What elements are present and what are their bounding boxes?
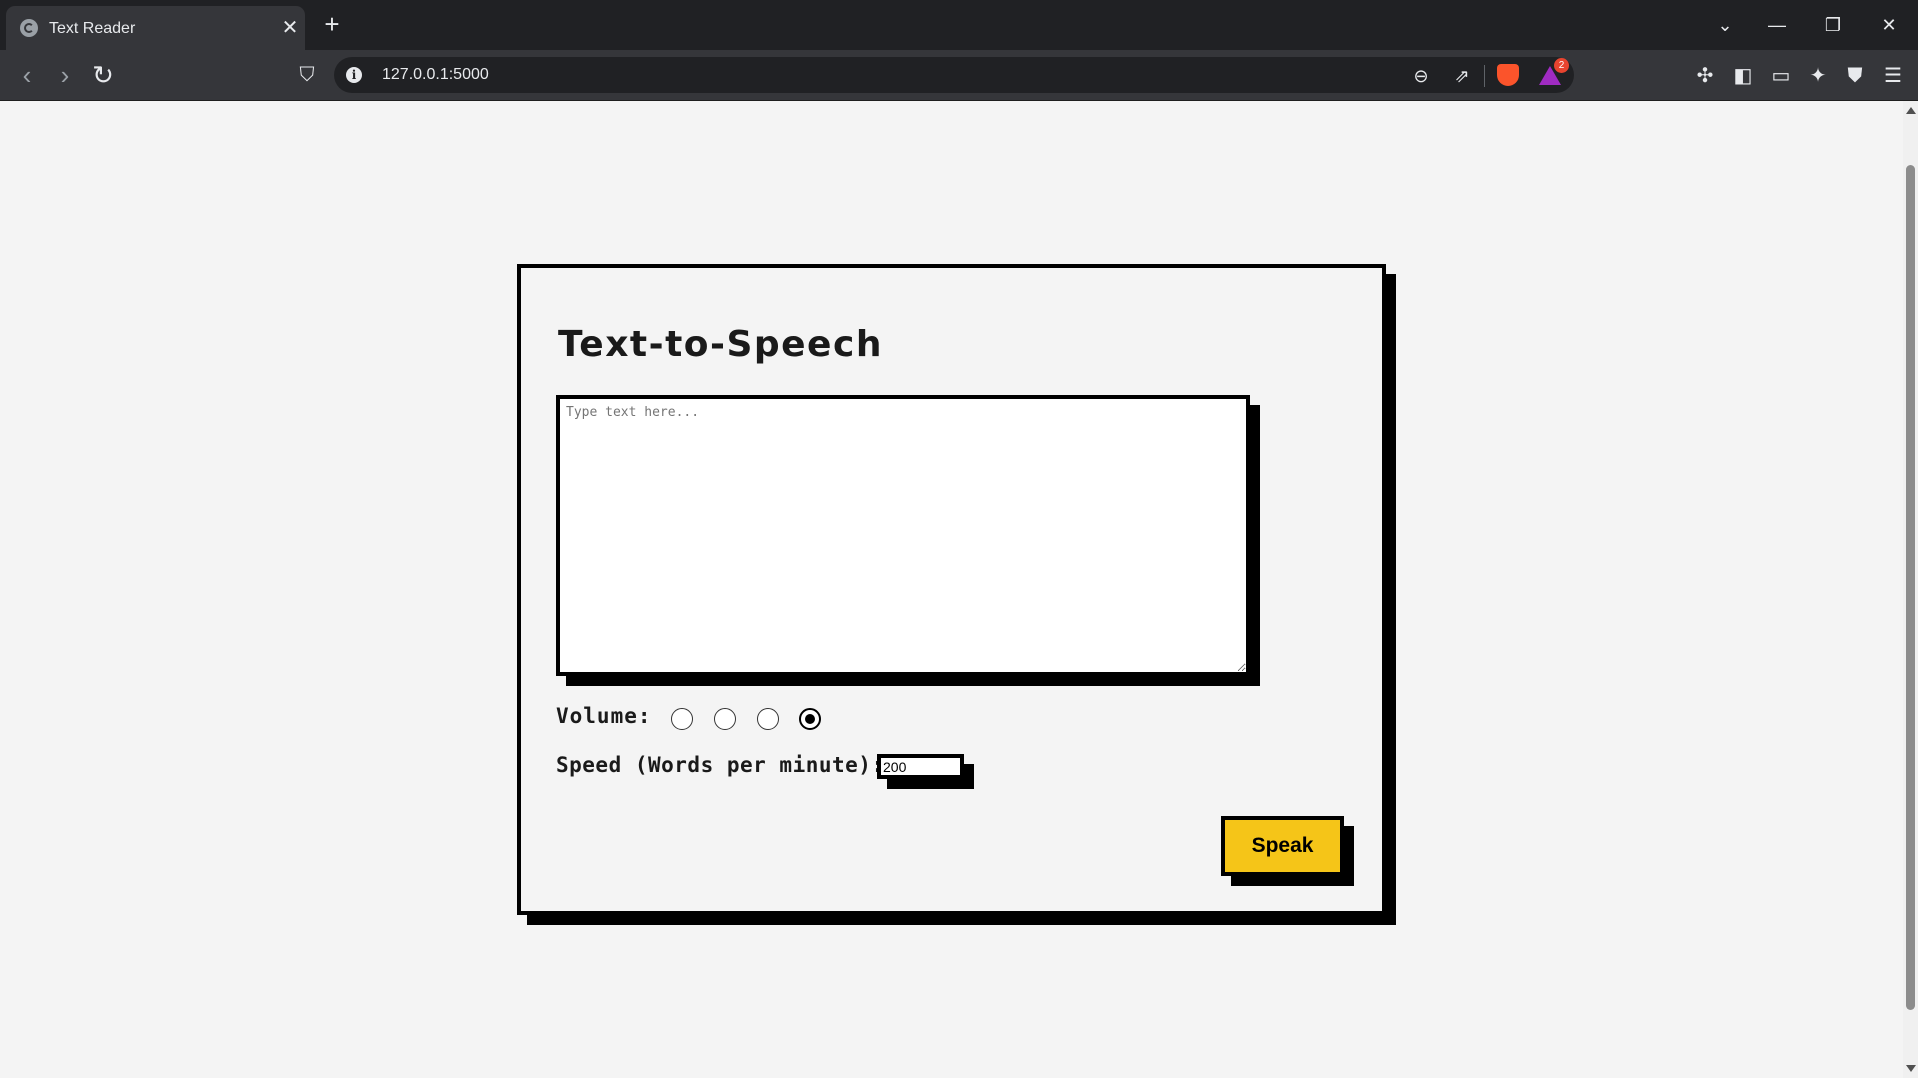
extensions-icon[interactable]: ✣ [1690,61,1720,91]
leo-ai-icon[interactable]: ✦ [1803,61,1833,91]
share-icon[interactable]: ⇗ [1449,63,1475,89]
sidebar-icon[interactable]: ◧ [1728,61,1758,91]
speed-input[interactable] [877,754,964,779]
speak-button[interactable]: Speak [1221,816,1344,876]
volume-radio-3[interactable] [757,708,779,730]
menu-icon[interactable]: ☰ [1878,61,1908,91]
volume-radio-4[interactable] [799,708,821,730]
scroll-up-arrow-icon[interactable] [1906,107,1916,114]
text-input-area[interactable] [556,395,1250,676]
vpn-icon[interactable]: ⛊ [1840,61,1870,91]
address-bar[interactable]: i 127.0.0.1:5000 ⊖ ⇗ 2 [334,57,1574,93]
tab-title: Text Reader [49,20,136,37]
close-window-icon[interactable]: ✕ [1874,12,1904,38]
page-scrollbar[interactable] [1903,101,1918,1078]
url-text[interactable]: 127.0.0.1:5000 [382,66,489,84]
scroll-thumb[interactable] [1906,165,1915,1010]
back-icon[interactable]: ‹ [12,61,42,91]
rewards-badge: 2 [1554,58,1569,73]
page-title: Text-to-Speech [558,324,883,365]
browser-tab[interactable]: Text Reader ✕ [6,6,305,50]
restore-icon[interactable]: ❐ [1818,12,1848,38]
site-info-icon[interactable]: i [346,67,362,83]
new-tab-button[interactable]: + [318,11,346,38]
address-bar-divider [1484,65,1485,87]
brave-shields-icon[interactable] [1497,64,1519,86]
minimize-icon[interactable]: — [1762,12,1792,38]
tab-search-icon[interactable]: ⌄ [1710,12,1740,38]
close-tab-icon[interactable]: ✕ [278,16,302,40]
bookmark-icon[interactable]: ⛉ [292,61,322,91]
wallet-icon[interactable]: ▭ [1766,61,1796,91]
globe-icon [20,19,38,37]
reload-icon[interactable]: ↻ [88,61,118,91]
volume-radio-1[interactable] [671,708,693,730]
scroll-down-arrow-icon[interactable] [1906,1065,1916,1072]
volume-radio-2[interactable] [714,708,736,730]
speed-label: Speed (Words per minute): [556,753,885,777]
browser-toolbar: ‹ › ↻ ⛉ i 127.0.0.1:5000 ⊖ ⇗ 2 ✣ ◧ ▭ ✦ ⛊… [0,50,1918,101]
volume-label: Volume: [556,704,652,728]
forward-icon[interactable]: › [50,61,80,91]
browser-tab-strip: Text Reader ✕ + ⌄ — ❐ ✕ [0,0,1918,50]
zoom-out-icon[interactable]: ⊖ [1408,63,1434,89]
